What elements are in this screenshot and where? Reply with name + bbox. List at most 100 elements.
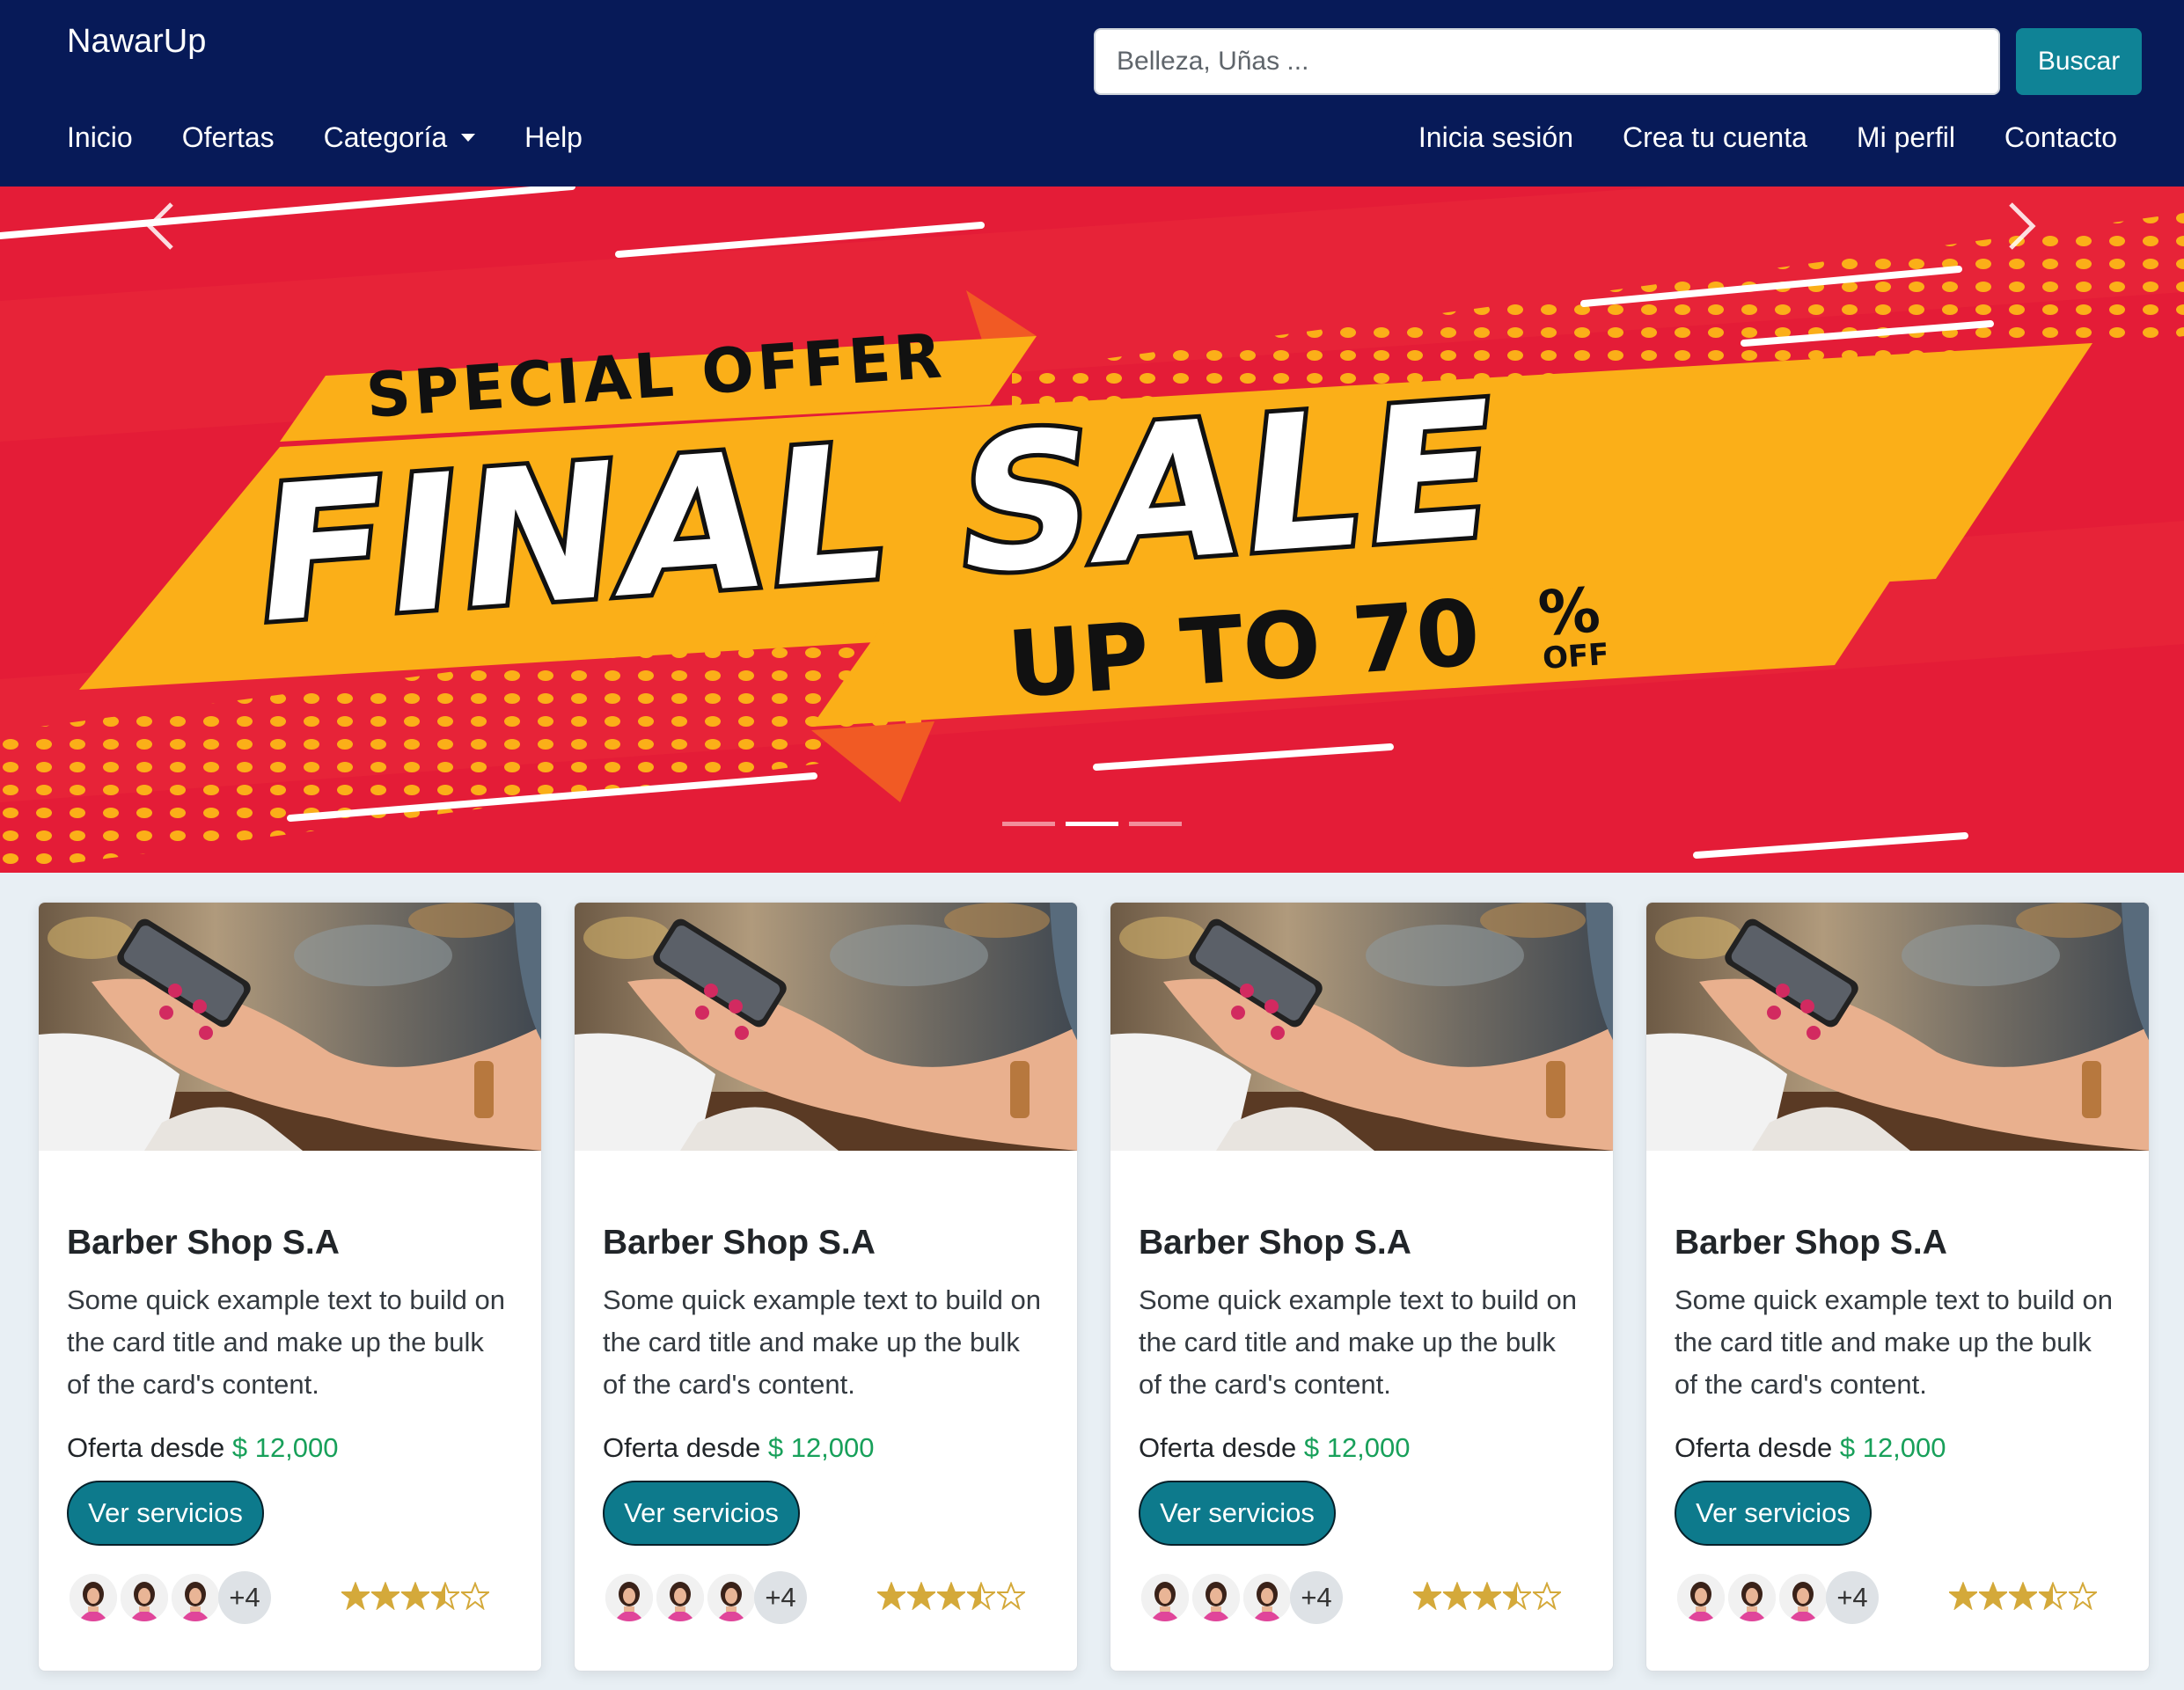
star-icon	[461, 1582, 489, 1610]
avatar	[654, 1571, 707, 1624]
star-icon	[341, 1582, 370, 1610]
offer-price: $ 12,000	[1303, 1432, 1411, 1463]
business-card: Barber Shop S.A Some quick example text …	[574, 902, 1078, 1672]
card-image	[1110, 903, 1613, 1151]
card-image	[575, 903, 1077, 1151]
offer-price: $ 12,000	[1839, 1432, 1946, 1463]
nav-login[interactable]: Inicia sesión	[1418, 121, 1573, 154]
avatar-group: +4	[1139, 1571, 1343, 1624]
offer-label: Oferta desde	[67, 1432, 225, 1463]
ver-servicios-button[interactable]: Ver servicios	[67, 1481, 264, 1546]
search-input[interactable]	[1094, 28, 2000, 95]
avatar	[1777, 1571, 1829, 1624]
avatar	[118, 1571, 171, 1624]
star-icon	[2069, 1582, 2097, 1610]
business-cards: Barber Shop S.A Some quick example text …	[38, 902, 2150, 1672]
avatar-group: +4	[1675, 1571, 1879, 1624]
nav-categoria-dropdown[interactable]: Categoría	[324, 121, 476, 154]
nav-inicio[interactable]: Inicio	[67, 121, 133, 154]
avatar-group: +4	[603, 1571, 807, 1624]
offer-label: Oferta desde	[1675, 1432, 1833, 1463]
avatar	[1726, 1571, 1778, 1624]
avatar	[67, 1571, 120, 1624]
carousel-next-icon[interactable]	[1984, 187, 2055, 266]
rating-stars	[341, 1582, 489, 1610]
card-title: Barber Shop S.A	[1675, 1224, 1947, 1262]
business-card: Barber Shop S.A Some quick example text …	[38, 902, 542, 1672]
nav-help[interactable]: Help	[524, 121, 583, 154]
nav-contact[interactable]: Contacto	[2004, 121, 2117, 154]
carousel-indicator[interactable]	[1129, 822, 1182, 826]
business-card: Barber Shop S.A Some quick example text …	[1110, 902, 1614, 1672]
account-nav: Inicia sesión Crea tu cuenta Mi perfil C…	[1418, 121, 2117, 154]
banner-off: OFF	[1542, 637, 1610, 677]
card-image	[39, 903, 541, 1151]
card-title: Barber Shop S.A	[603, 1224, 876, 1262]
nav-categoria-label: Categoría	[323, 121, 448, 153]
star-icon	[431, 1582, 459, 1610]
avatar-more-count: +4	[1290, 1571, 1343, 1624]
avatar	[1190, 1571, 1242, 1624]
star-icon	[877, 1582, 905, 1610]
person-avatar-icon	[656, 1574, 704, 1621]
card-image	[1646, 903, 2149, 1151]
avatar-more-count: +4	[218, 1571, 271, 1624]
carousel-indicator-active[interactable]	[1066, 822, 1118, 826]
banner-text: SPECIAL OFFER FINAL SALE UP TO 70 % OFF	[243, 319, 1610, 719]
person-avatar-icon	[70, 1574, 117, 1621]
rating-stars	[1949, 1582, 2097, 1610]
avatar-more-count: +4	[1826, 1571, 1879, 1624]
card-offer: Oferta desde $ 12,000	[67, 1432, 339, 1464]
card-description: Some quick example text to build on the …	[1675, 1284, 2113, 1400]
nav-register[interactable]: Crea tu cuenta	[1623, 121, 1807, 154]
ver-servicios-button[interactable]: Ver servicios	[1675, 1481, 1872, 1546]
star-icon	[907, 1582, 935, 1610]
avatar-more-count: +4	[754, 1571, 807, 1624]
star-icon	[1979, 1582, 2007, 1610]
avatar	[169, 1571, 222, 1624]
nav-ofertas[interactable]: Ofertas	[182, 121, 275, 154]
card-offer: Oferta desde $ 12,000	[1675, 1432, 1946, 1464]
card-description: Some quick example text to build on the …	[603, 1284, 1041, 1400]
star-icon	[1503, 1582, 1531, 1610]
person-avatar-icon	[1728, 1574, 1776, 1621]
brand-logo[interactable]: NawarUp	[67, 23, 206, 61]
card-description: Some quick example text to build on the …	[67, 1284, 505, 1400]
star-icon	[1949, 1582, 1977, 1610]
person-avatar-icon	[121, 1574, 168, 1621]
card-description: Some quick example text to build on the …	[1139, 1284, 1577, 1400]
star-icon	[1443, 1582, 1471, 1610]
avatar	[1241, 1571, 1294, 1624]
navbar: NawarUp Buscar Inicio Ofertas Categoría …	[0, 0, 2184, 187]
star-icon	[1533, 1582, 1561, 1610]
person-avatar-icon	[1779, 1574, 1827, 1621]
nav-profile[interactable]: Mi perfil	[1857, 121, 1955, 154]
search-button[interactable]: Buscar	[2016, 28, 2142, 95]
avatar-group: +4	[67, 1571, 271, 1624]
star-icon	[2039, 1582, 2067, 1610]
offer-price: $ 12,000	[767, 1432, 875, 1463]
person-avatar-icon	[707, 1574, 755, 1621]
offer-label: Oferta desde	[1139, 1432, 1297, 1463]
star-icon	[1473, 1582, 1501, 1610]
card-offer: Oferta desde $ 12,000	[603, 1432, 875, 1464]
business-card: Barber Shop S.A Some quick example text …	[1645, 902, 2150, 1672]
card-title: Barber Shop S.A	[1139, 1224, 1411, 1262]
ver-servicios-button[interactable]: Ver servicios	[1139, 1481, 1336, 1546]
person-avatar-icon	[172, 1574, 219, 1621]
carousel-indicator[interactable]	[1002, 822, 1055, 826]
star-icon	[937, 1582, 965, 1610]
avatar	[1675, 1571, 1727, 1624]
rating-stars	[877, 1582, 1025, 1610]
person-avatar-icon	[1141, 1574, 1189, 1621]
star-icon	[1413, 1582, 1441, 1610]
person-avatar-icon	[1192, 1574, 1240, 1621]
person-avatar-icon	[605, 1574, 653, 1621]
star-icon	[371, 1582, 399, 1610]
ver-servicios-button[interactable]: Ver servicios	[603, 1481, 800, 1546]
carousel-prev-icon[interactable]	[128, 187, 198, 266]
rating-stars	[1413, 1582, 1561, 1610]
offer-price: $ 12,000	[231, 1432, 339, 1463]
offer-label: Oferta desde	[603, 1432, 761, 1463]
card-title: Barber Shop S.A	[67, 1224, 340, 1262]
